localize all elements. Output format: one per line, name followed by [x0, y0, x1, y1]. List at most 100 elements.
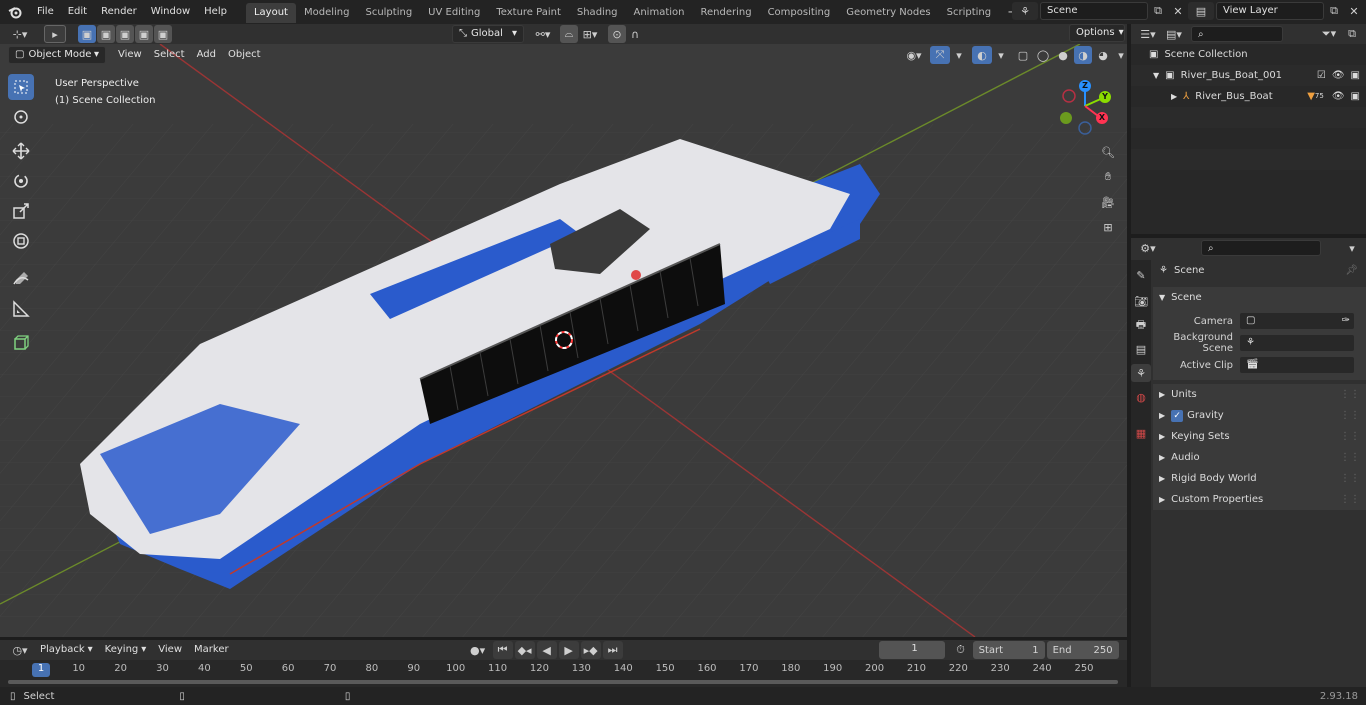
xray-toggle-icon[interactable]: ▢ — [1014, 46, 1032, 64]
tool-tab-icon[interactable]: ✎ — [1131, 266, 1151, 284]
camera-field[interactable]: ▢ ✑ — [1239, 312, 1355, 330]
menu-add[interactable]: Add — [191, 45, 222, 65]
modifier-icon[interactable]: ▼ — [1307, 86, 1315, 107]
menu-view[interactable]: View — [112, 45, 148, 65]
chevron-down-icon[interactable]: ▾ — [1342, 239, 1362, 257]
menu-keying[interactable]: Keying ▾ — [99, 640, 153, 660]
new-view-layer-icon[interactable]: ⧉ — [1324, 2, 1344, 20]
start-frame-field[interactable]: Start 1 — [972, 641, 1045, 659]
rendered-shading-icon[interactable]: ◕ — [1094, 46, 1112, 64]
output-tab-icon[interactable]: 🖶︎ — [1131, 316, 1151, 334]
select-extend-icon[interactable]: ▣ — [97, 25, 115, 43]
tab-scripting[interactable]: Scripting — [939, 3, 999, 23]
menu-help[interactable]: Help — [197, 0, 234, 24]
active-clip-field[interactable]: 🎬︎ — [1239, 356, 1355, 374]
gravity-panel-header[interactable]: ▶ ✓ Gravity ⋮⋮ — [1153, 405, 1366, 426]
world-tab-icon[interactable]: ◍ — [1131, 388, 1151, 406]
custom-properties-panel-header[interactable]: ▶ Custom Properties ⋮⋮ — [1153, 489, 1366, 510]
select-box-tool-icon[interactable] — [8, 74, 34, 100]
jump-start-icon[interactable]: ⏮ — [492, 641, 513, 659]
wireframe-shading-icon[interactable]: ◯ — [1034, 46, 1052, 64]
solid-shading-icon[interactable]: ● — [1054, 46, 1072, 64]
3d-viewport[interactable]: User Perspective (1) Scene Collection Z … — [0, 44, 1127, 637]
current-frame-field[interactable]: 1 — [878, 641, 945, 659]
select-invert-icon[interactable]: ▣ — [135, 25, 153, 43]
menu-edit[interactable]: Edit — [61, 0, 94, 24]
camera-render-icon[interactable]: ▣ — [1351, 86, 1360, 107]
record-icon[interactable]: ●▾ — [465, 641, 491, 659]
keying-sets-panel-header[interactable]: ▶ Keying Sets ⋮⋮ — [1153, 426, 1366, 447]
drag-handle-icon[interactable]: ⋮⋮ — [1340, 447, 1360, 468]
visibility-icon[interactable]: ◉▾ — [900, 46, 928, 64]
filter-icon[interactable]: ⏷▾ — [1316, 25, 1342, 43]
cursor-tool-icon[interactable] — [8, 104, 34, 130]
tab-layout[interactable]: Layout — [245, 3, 296, 23]
menu-playback[interactable]: Playback ▾ — [34, 640, 99, 660]
menu-select[interactable]: Select — [148, 45, 191, 65]
view-layer-tab-icon[interactable]: ▤ — [1131, 340, 1151, 358]
perspective-toggle-icon[interactable]: ⊞ — [1097, 216, 1119, 238]
scale-tool-icon[interactable] — [8, 198, 34, 224]
units-panel-header[interactable]: ▶ Units ⋮⋮ — [1153, 384, 1366, 405]
properties-search-input[interactable]: ⌕ — [1201, 240, 1321, 256]
move-tool-icon[interactable] — [8, 138, 34, 164]
play-icon[interactable]: ▶ — [558, 641, 579, 659]
delete-scene-icon[interactable]: ✕ — [1168, 2, 1188, 20]
menu-window[interactable]: Window — [144, 0, 197, 24]
menu-render[interactable]: Render — [94, 0, 144, 24]
blender-logo-icon[interactable] — [0, 0, 30, 24]
camera-view-icon[interactable]: 🎥︎ — [1097, 191, 1119, 213]
pivot-point-icon[interactable]: ⚯▾ — [530, 25, 556, 43]
select-subtract-icon[interactable]: ▣ — [116, 25, 134, 43]
expand-right-icon[interactable]: ▶ — [1171, 86, 1177, 107]
pin-icon[interactable]: 📌︎ — [1345, 260, 1358, 281]
texture-tab-icon[interactable]: ▦ — [1131, 424, 1151, 442]
editor-type-icon[interactable]: ⊹▾ — [6, 25, 34, 43]
scene-section-header[interactable]: ▼ Scene — [1153, 287, 1366, 308]
tab-compositing[interactable]: Compositing — [760, 3, 839, 23]
editor-type-icon[interactable]: ☰▾ — [1135, 25, 1161, 43]
frame-ruler[interactable]: 1 10 20 30 40 50 60 70 80 90 100 110 120 130 140 150 160… — [0, 662, 1127, 678]
jump-end-icon[interactable]: ⏭ — [602, 641, 623, 659]
chevron-down-icon[interactable]: ▾ — [952, 46, 966, 64]
transform-tool-icon[interactable] — [8, 228, 34, 254]
outliner-row-object[interactable]: ▶ ⅄ River_Bus_Boat ▼ 75 👁︎ ▣ — [1131, 86, 1366, 107]
new-collection-icon[interactable]: ⧉ — [1342, 25, 1362, 43]
tab-shading[interactable]: Shading — [569, 3, 626, 23]
tab-sculpting[interactable]: Sculpting — [357, 3, 420, 23]
tab-uv-editing[interactable]: UV Editing — [420, 3, 488, 23]
camera-render-icon[interactable]: ▣ — [1351, 65, 1360, 86]
tab-texture-paint[interactable]: Texture Paint — [488, 3, 569, 23]
falloff-icon[interactable]: ∩ — [626, 25, 644, 43]
rigid-body-world-panel-header[interactable]: ▶ Rigid Body World ⋮⋮ — [1153, 468, 1366, 489]
gravity-checkbox[interactable]: ✓ — [1171, 409, 1184, 422]
drag-handle-icon[interactable]: ⋮⋮ — [1340, 426, 1360, 447]
overlay-toggle-icon[interactable]: ◐ — [972, 46, 992, 64]
drag-handle-icon[interactable]: ⋮⋮ — [1340, 489, 1360, 510]
menu-view[interactable]: View — [152, 640, 188, 660]
measure-tool-icon[interactable] — [8, 296, 34, 322]
chevron-down-icon[interactable]: ▾ — [994, 46, 1008, 64]
tab-geometry-nodes[interactable]: Geometry Nodes — [838, 3, 938, 23]
eye-icon[interactable]: 👁︎ — [1332, 86, 1345, 107]
rotate-tool-icon[interactable] — [8, 168, 34, 194]
new-scene-icon[interactable]: ⧉ — [1148, 2, 1168, 20]
select-new-icon[interactable]: ▣ — [78, 25, 96, 43]
tab-rendering[interactable]: Rendering — [692, 3, 759, 23]
render-tab-icon[interactable]: 📷︎ — [1131, 292, 1151, 310]
editor-type-icon[interactable]: ⚙▾ — [1135, 239, 1161, 257]
pan-hand-icon[interactable]: ✋︎ — [1097, 166, 1119, 188]
mode-dropdown[interactable]: ▢ Object Mode ▾ — [8, 46, 106, 64]
outliner-row-collection[interactable]: ▼ ▣ River_Bus_Boat_001 ☑ 👁︎ ▣ — [1131, 65, 1366, 86]
audio-panel-header[interactable]: ▶ Audio ⋮⋮ — [1153, 447, 1366, 468]
zoom-icon[interactable]: 🔍︎ — [1097, 141, 1119, 163]
scene-tab-icon[interactable]: ⚘ — [1131, 364, 1151, 382]
eye-icon[interactable]: 👁︎ — [1332, 65, 1345, 86]
select-tool-icon[interactable]: ▸ — [44, 25, 66, 43]
outliner-row-scene-collection[interactable]: ▣ Scene Collection — [1131, 44, 1366, 65]
proportional-edit-icon[interactable]: ⊙ — [608, 25, 626, 43]
end-frame-field[interactable]: End 250 — [1046, 641, 1119, 659]
next-keyframe-icon[interactable]: ▸◆ — [580, 641, 601, 659]
transform-orientation-dropdown[interactable]: ⤡ Global ▾ — [452, 25, 524, 43]
add-cube-tool-icon[interactable] — [8, 330, 34, 356]
